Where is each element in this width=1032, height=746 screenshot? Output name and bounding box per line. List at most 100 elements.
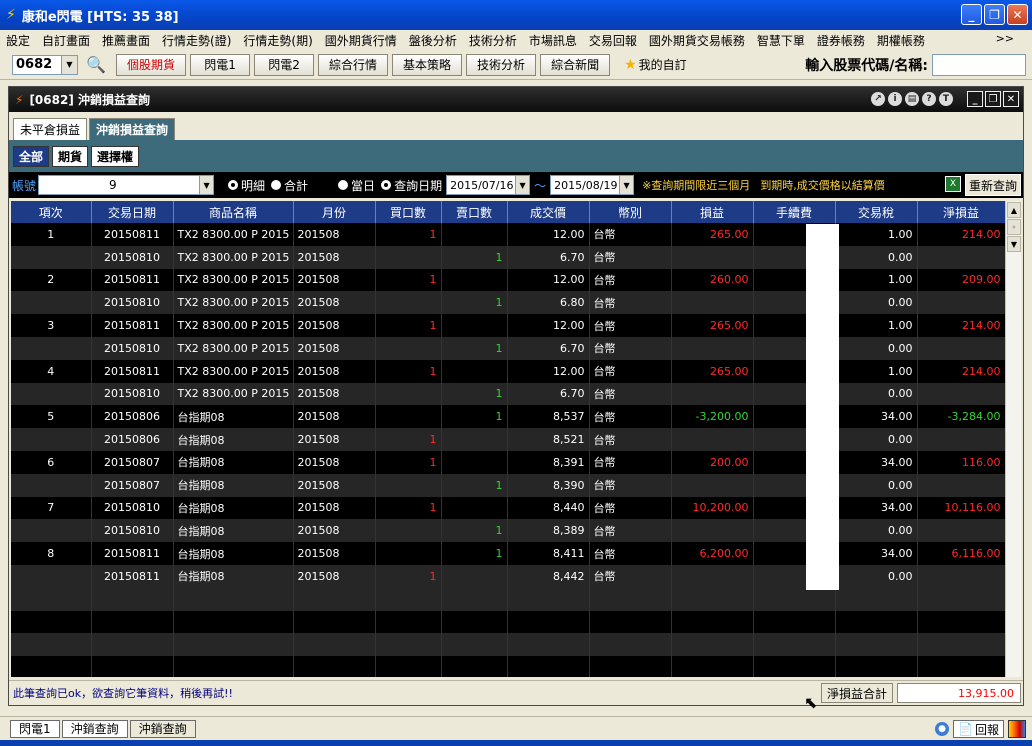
stock-code-input[interactable] (932, 54, 1026, 76)
table-row[interactable]: 20150810 台指期08 201508 1 8,389 台幣 0.00 (11, 519, 1005, 543)
column-header-2[interactable]: 商品名稱 (173, 201, 294, 223)
menu-item-0[interactable]: 設定 (6, 32, 30, 49)
table-row[interactable]: 8 20150811 台指期08 201508 1 8,411 台幣 6,200.00 34.0… (11, 542, 1005, 565)
help-icon[interactable]: ? (922, 92, 936, 106)
minimize-icon[interactable]: _ (961, 4, 982, 25)
cell-net: 209.00 (917, 268, 1005, 292)
search-icon[interactable]: 🔍 (84, 54, 108, 76)
menu-item-1[interactable]: 自訂畫面 (42, 32, 90, 49)
menu-item-9[interactable]: 交易回報 (589, 32, 637, 49)
favorites-button[interactable]: ★ 我的自訂 (614, 54, 697, 76)
taskbar-tab-2[interactable]: 沖銷查詢 (129, 719, 196, 738)
radio-query-date-dot[interactable] (381, 180, 392, 190)
menu-item-2[interactable]: 推薦畫面 (102, 32, 150, 49)
column-header-7[interactable]: 幣別 (589, 201, 672, 223)
table-row[interactable]: 20150810 TX2 8300.00 P 2015 201508 1 6.80 台幣 0… (11, 291, 1005, 315)
radio-total[interactable]: 合計 (271, 177, 308, 194)
menu-item-6[interactable]: 盤後分析 (409, 32, 457, 49)
menu-more-icon[interactable]: >> (996, 32, 1014, 45)
tab-offset-pl-query[interactable]: 沖銷損益查詢 (89, 118, 176, 140)
tool-t-icon[interactable]: T (939, 92, 953, 106)
column-header-10[interactable]: 交易稅 (835, 201, 918, 223)
menu-item-5[interactable]: 國外期貨行情 (325, 32, 397, 49)
radio-detail[interactable]: 明細 (228, 177, 265, 194)
print-icon[interactable]: ▤ (905, 92, 919, 106)
toolbar-button-2[interactable]: 閃電2 (254, 53, 315, 76)
menu-item-13[interactable]: 期權帳務 (877, 32, 925, 49)
scroll-down-small-icon[interactable]: ▼ (1007, 236, 1021, 252)
table-row[interactable]: 2 20150811 TX2 8300.00 P 2015 201508 1 12.00 台… (11, 268, 1005, 292)
chevron-down-icon[interactable]: ▼ (515, 176, 530, 194)
column-header-9[interactable]: 手續費 (753, 201, 836, 223)
close-icon[interactable]: ✕ (1007, 4, 1028, 25)
radio-detail-dot[interactable] (228, 180, 239, 190)
menu-item-4[interactable]: 行情走勢(期) (243, 32, 312, 49)
taskbar-tab-1[interactable]: 沖銷查詢 (61, 719, 128, 738)
table-row[interactable]: 20150811 台指期08 201508 1 8,442 台幣 0.00 (11, 564, 1005, 588)
table-row[interactable]: 4 20150811 TX2 8300.00 P 2015 201508 1 12.00 台… (11, 359, 1005, 383)
inner-close-icon[interactable]: ✕ (1003, 91, 1019, 107)
table-row[interactable]: 7 20150810 台指期08 201508 1 8,440 台幣 10,200.00 34.… (11, 496, 1005, 520)
tab-open-position-pl[interactable]: 未平倉損益 (13, 118, 88, 140)
program-code-select[interactable]: 0682 ▼ (12, 54, 78, 75)
menu-item-10[interactable]: 國外期貨交易帳務 (649, 32, 745, 49)
column-header-4[interactable]: 買口數 (375, 201, 442, 223)
subtab-all[interactable]: 全部 (13, 146, 50, 167)
scroll-page-icon[interactable]: ◦ (1007, 219, 1021, 235)
table-row[interactable]: 5 20150806 台指期08 201508 1 8,537 台幣 -3,200.00 34.… (11, 405, 1005, 429)
refresh-button[interactable]: 重新查詢 (964, 174, 1021, 196)
cell-tax: 1.00 (835, 223, 918, 246)
account-select[interactable]: 9 ▼ (38, 175, 215, 195)
radio-today[interactable]: 當日 (338, 177, 375, 194)
table-row[interactable]: 1 20150811 TX2 8300.00 P 2015 201508 1 12.00 台… (11, 223, 1005, 246)
column-header-5[interactable]: 賣口數 (441, 201, 508, 223)
taskbar-tab-0[interactable]: 閃電1 (10, 719, 60, 738)
column-header-6[interactable]: 成交價 (507, 201, 590, 223)
maximize-icon[interactable]: ❐ (984, 4, 1005, 25)
info-icon[interactable]: i (888, 92, 902, 106)
link-icon[interactable]: ↗ (871, 92, 885, 106)
toolbar-button-1[interactable]: 閃電1 (190, 53, 251, 76)
column-header-0[interactable]: 項次 (11, 201, 92, 223)
inner-minimize-icon[interactable]: _ (967, 91, 983, 107)
radio-total-dot[interactable] (271, 180, 282, 190)
date-to-select[interactable]: 2015/08/19 ▼ (550, 175, 635, 195)
table-row[interactable]: 20150806 台指期08 201508 1 8,521 台幣 0.00 (11, 428, 1005, 451)
menu-item-3[interactable]: 行情走勢(證) (162, 32, 231, 49)
table-row[interactable]: 3 20150811 TX2 8300.00 P 2015 201508 1 12.00 台… (11, 314, 1005, 337)
table-row[interactable]: 6 20150807 台指期08 201508 1 8,391 台幣 200.00 34.00 1… (11, 450, 1005, 474)
toolbar-button-0[interactable]: 個股期貨 (116, 53, 187, 76)
subtab-options[interactable]: 選擇權 (91, 146, 140, 167)
table-row[interactable]: 20150810 TX2 8300.00 P 2015 201508 1 6.70 台幣 0… (11, 382, 1005, 406)
scroll-up-icon[interactable]: ▲ (1007, 202, 1021, 218)
table-row[interactable]: 20150810 TX2 8300.00 P 2015 201508 1 6.70 台幣 0… (11, 336, 1005, 360)
date-from-select[interactable]: 2015/07/16 ▼ (446, 175, 531, 195)
radio-today-dot[interactable] (338, 180, 349, 190)
reply-button[interactable]: 📄 回報 (953, 720, 1004, 738)
chevron-down-icon[interactable]: ▼ (199, 176, 214, 194)
menu-item-11[interactable]: 智慧下單 (757, 32, 805, 49)
vertical-scrollbar[interactable]: ▲ ◦ ▼ (1005, 201, 1021, 677)
column-header-3[interactable]: 月份 (293, 201, 376, 223)
toolbar-button-4[interactable]: 基本策略 (392, 53, 463, 76)
column-header-1[interactable]: 交易日期 (91, 201, 174, 223)
table-row[interactable]: 20150810 TX2 8300.00 P 2015 201508 1 6.70 台幣 0… (11, 245, 1005, 269)
menu-item-8[interactable]: 市場訊息 (529, 32, 577, 49)
column-header-8[interactable]: 損益 (671, 201, 754, 223)
chevron-down-icon[interactable]: ▼ (61, 55, 77, 74)
cell-date: 20150810 (91, 519, 174, 543)
inner-restore-icon[interactable]: ❐ (985, 91, 1001, 107)
empty-cell (671, 633, 754, 657)
subtab-futures[interactable]: 期貨 (52, 146, 89, 167)
menu-item-7[interactable]: 技術分析 (469, 32, 517, 49)
toolbar-button-6[interactable]: 綜合新聞 (540, 53, 611, 76)
chevron-down-icon[interactable]: ▼ (619, 176, 634, 194)
table-row[interactable]: 20150807 台指期08 201508 1 8,390 台幣 0.00 (11, 473, 1005, 497)
menu-item-12[interactable]: 證券帳務 (817, 32, 865, 49)
toolbar-button-5[interactable]: 技術分析 (466, 53, 537, 76)
color-palette-icon[interactable] (1008, 720, 1026, 738)
radio-query-date[interactable]: 查詢日期 (381, 177, 442, 194)
toolbar-button-3[interactable]: 綜合行情 (318, 53, 389, 76)
excel-export-icon[interactable]: X (945, 176, 961, 192)
column-header-11[interactable]: 淨損益 (917, 201, 1005, 223)
